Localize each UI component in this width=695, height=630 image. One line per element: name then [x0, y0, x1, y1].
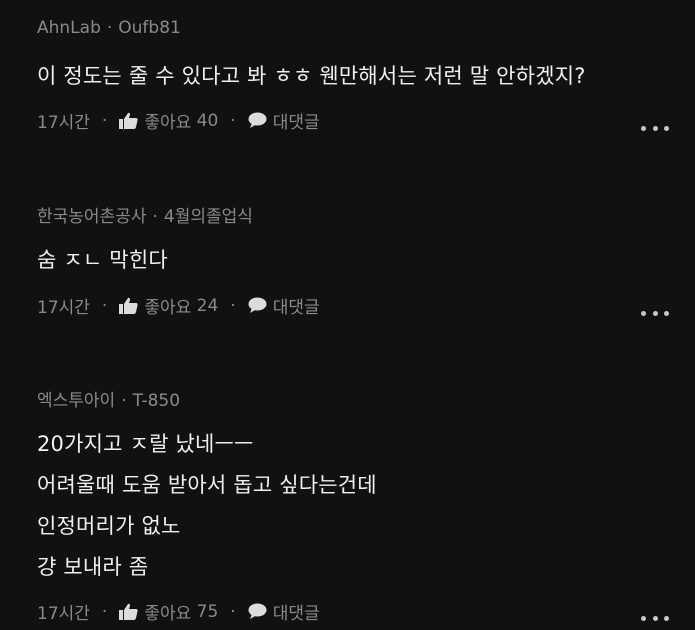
separator-dot: · — [230, 295, 236, 316]
thumbs-up-icon — [119, 297, 138, 314]
author-name[interactable]: 엑스투아이 — [37, 391, 115, 411]
comment-text: 인정머리가 없노 — [37, 514, 181, 538]
reply-label: 대댓글 — [272, 298, 320, 318]
separator-dot: · — [230, 601, 236, 622]
comment-meta: 한국농어촌공사 · 4월의졸업식 — [37, 202, 253, 227]
like-button[interactable]: 좋아요 40 — [119, 108, 218, 133]
more-dots-icon[interactable] — [641, 309, 669, 317]
comment-text: 20가지고 ㅈ랄 났네ㅡㅡ — [37, 432, 254, 456]
comment-actions: 17시간 · 좋아요 75 · 대댓글 — [37, 599, 320, 625]
reply-button[interactable]: 대댓글 — [248, 293, 320, 318]
separator-dot: · — [152, 207, 158, 227]
comment-actions: 17시간 · 좋아요 24 · 대댓글 — [37, 293, 320, 319]
more-dots-icon[interactable] — [641, 124, 669, 132]
separator-dot: · — [101, 601, 108, 622]
comment-time: 17시간 — [37, 298, 90, 318]
separator-dot: · — [230, 110, 236, 131]
reply-button[interactable]: 대댓글 — [248, 599, 320, 624]
comment-text: 이 정도는 줄 수 있다고 봐 ㅎㅎ 웬만해서는 저런 말 안하겠지? — [37, 64, 586, 88]
separator-dot: · — [121, 391, 127, 411]
like-count: 40 — [196, 110, 219, 131]
comment-actions: 17시간 · 좋아요 40 · 대댓글 — [37, 108, 320, 134]
comment-meta: AhnLab · Oufb81 — [37, 18, 181, 38]
comment-text: 걍 보내라 좀 — [37, 555, 149, 579]
speech-bubble-icon — [248, 603, 267, 619]
separator-dot: · — [101, 295, 108, 316]
comment-time: 17시간 — [37, 604, 90, 624]
more-dots-icon[interactable] — [641, 614, 669, 622]
comment-text: 숨 ㅈㄴ 막힌다 — [37, 248, 168, 272]
separator-dot: · — [101, 110, 108, 131]
thumbs-up-icon — [119, 112, 138, 129]
like-count: 75 — [196, 601, 219, 622]
author-tag: 4월의졸업식 — [163, 207, 253, 227]
reply-button[interactable]: 대댓글 — [248, 108, 320, 133]
comment-text: 어려울때 도움 받아서 돕고 싶다는건데 — [37, 473, 377, 497]
separator-dot: · — [106, 18, 113, 38]
reply-label: 대댓글 — [272, 113, 320, 133]
like-count: 24 — [196, 295, 219, 316]
speech-bubble-icon — [248, 297, 267, 313]
comment-time: 17시간 — [37, 113, 90, 133]
author-tag: T-850 — [132, 391, 181, 411]
like-label: 좋아요 — [144, 113, 192, 133]
author-name[interactable]: 한국농어촌공사 — [37, 207, 146, 227]
speech-bubble-icon — [248, 112, 267, 128]
like-button[interactable]: 좋아요 75 — [119, 599, 218, 624]
like-button[interactable]: 좋아요 24 — [119, 293, 218, 318]
thumbs-up-icon — [119, 603, 138, 620]
like-label: 좋아요 — [144, 604, 192, 624]
reply-label: 대댓글 — [272, 604, 320, 624]
author-tag: Oufb81 — [118, 18, 181, 38]
like-label: 좋아요 — [144, 298, 192, 318]
author-name[interactable]: AhnLab — [37, 18, 101, 38]
comment-meta: 엑스투아이 · T-850 — [37, 386, 180, 411]
